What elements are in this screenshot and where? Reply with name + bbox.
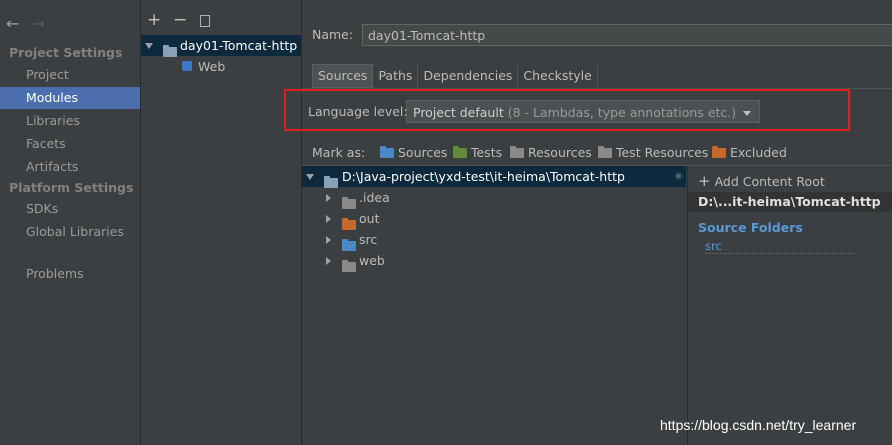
tests-folder-icon (453, 146, 467, 158)
annotation-highlight-box (284, 89, 850, 131)
sources-folder-icon (380, 146, 394, 158)
sidebar-item-project[interactable]: Project (0, 64, 140, 86)
mark-excluded-button[interactable]: Excluded (712, 142, 787, 164)
source-folder-src[interactable]: src (705, 239, 855, 254)
resources-folder-icon (510, 146, 524, 158)
module-settings-panel: Name: day01-Tomcat-http Sources Paths Depe… (284, 0, 892, 445)
collapse-arrow-icon[interactable] (326, 215, 331, 223)
tree-root-path: D:\Java-project\yxd-test\it-heima\Tomcat… (342, 169, 625, 184)
tree-item-label: out (359, 211, 380, 226)
back-button[interactable]: ← (6, 14, 19, 33)
tab-dependencies[interactable]: Dependencies (417, 65, 517, 87)
mark-excluded-label: Excluded (729, 145, 787, 160)
copy-module-icon[interactable] (200, 15, 210, 27)
tree-item-src[interactable]: src (302, 229, 686, 251)
mark-resources-button[interactable]: Resources (510, 142, 592, 164)
name-label: Name: (312, 27, 354, 42)
tree-item-out[interactable]: out (302, 208, 686, 230)
excluded-folder-icon (712, 146, 726, 158)
tree-item-label: web (359, 253, 385, 268)
tab-paths[interactable]: Paths (373, 65, 417, 87)
module-list-panel: + − day01-Tomcat-http Web (141, 0, 302, 445)
mark-as-label: Mark as: (312, 145, 366, 160)
source-folders-heading: Source Folders (698, 220, 803, 235)
forward-button[interactable]: → (32, 14, 45, 33)
test-resources-folder-icon (598, 146, 612, 158)
tab-bar: Sources Paths Dependencies Checkstyle (312, 64, 598, 88)
content-root-header: D:\...it-heima\Tomcat-http (688, 192, 892, 212)
expand-arrow-icon[interactable] (145, 43, 153, 49)
mark-sources-button[interactable]: Sources (380, 142, 447, 164)
content-root-panel: + Add Content Root D:\...it-heima\Tomcat… (687, 166, 892, 445)
tab-checkstyle[interactable]: Checkstyle (517, 65, 598, 87)
project-settings-heading: Project Settings (9, 45, 123, 60)
tree-item-idea[interactable]: .idea (302, 187, 686, 209)
mark-as-bar: Mark as: Sources Tests Resources Test Re… (302, 142, 892, 164)
add-content-root-label: Add Content Root (714, 174, 825, 189)
facet-row-web[interactable]: Web (141, 56, 301, 77)
tab-sources[interactable]: Sources (312, 64, 374, 88)
loading-spinner-icon: ✳ (674, 170, 684, 183)
mark-resources-label: Resources (527, 145, 592, 160)
tree-item-web[interactable]: web (302, 250, 686, 272)
platform-settings-heading: Platform Settings (9, 180, 134, 195)
mark-test-resources-label: Test Resources (615, 145, 709, 160)
module-name-field[interactable]: day01-Tomcat-http (362, 24, 892, 46)
watermark: https://blog.csdn.net/try_learner (660, 417, 857, 433)
add-module-button[interactable]: + (147, 10, 161, 30)
collapse-arrow-icon[interactable] (326, 257, 331, 265)
mark-tests-button[interactable]: Tests (453, 142, 502, 164)
sidebar-item-problems[interactable]: Problems (0, 263, 140, 285)
collapse-arrow-icon[interactable] (326, 236, 331, 244)
settings-sidebar: ← → Project Settings Project Modules Lib… (0, 0, 141, 445)
web-facet-icon (182, 61, 192, 71)
mark-sources-label: Sources (397, 145, 448, 160)
add-content-root-button[interactable]: + Add Content Root (698, 172, 825, 190)
sidebar-item-global-libraries[interactable]: Global Libraries (0, 221, 140, 243)
tree-item-label: .idea (359, 190, 390, 205)
content-root-tree: D:\Java-project\yxd-test\it-heima\Tomcat… (302, 166, 686, 445)
content-root-path: D:\...it-heima\Tomcat-http (698, 194, 881, 209)
sidebar-item-facets[interactable]: Facets (0, 133, 140, 155)
mark-test-resources-button[interactable]: Test Resources (598, 142, 708, 164)
tree-root-row[interactable]: D:\Java-project\yxd-test\it-heima\Tomcat… (302, 166, 686, 188)
root-expand-arrow-icon[interactable] (306, 174, 314, 180)
collapse-arrow-icon[interactable] (326, 194, 331, 202)
sidebar-item-sdks[interactable]: SDKs (0, 198, 140, 220)
remove-module-button[interactable]: − (173, 10, 187, 30)
module-name: day01-Tomcat-http (180, 38, 298, 53)
mark-tests-label: Tests (470, 145, 503, 160)
sidebar-item-artifacts[interactable]: Artifacts (0, 156, 140, 178)
tree-item-label: src (359, 232, 378, 247)
sidebar-item-modules[interactable]: Modules (0, 87, 140, 109)
module-row[interactable]: day01-Tomcat-http (141, 35, 301, 57)
plus-icon: + (698, 172, 711, 190)
sidebar-item-libraries[interactable]: Libraries (0, 110, 140, 132)
web-folder-icon (342, 260, 356, 272)
facet-name: Web (198, 59, 226, 74)
